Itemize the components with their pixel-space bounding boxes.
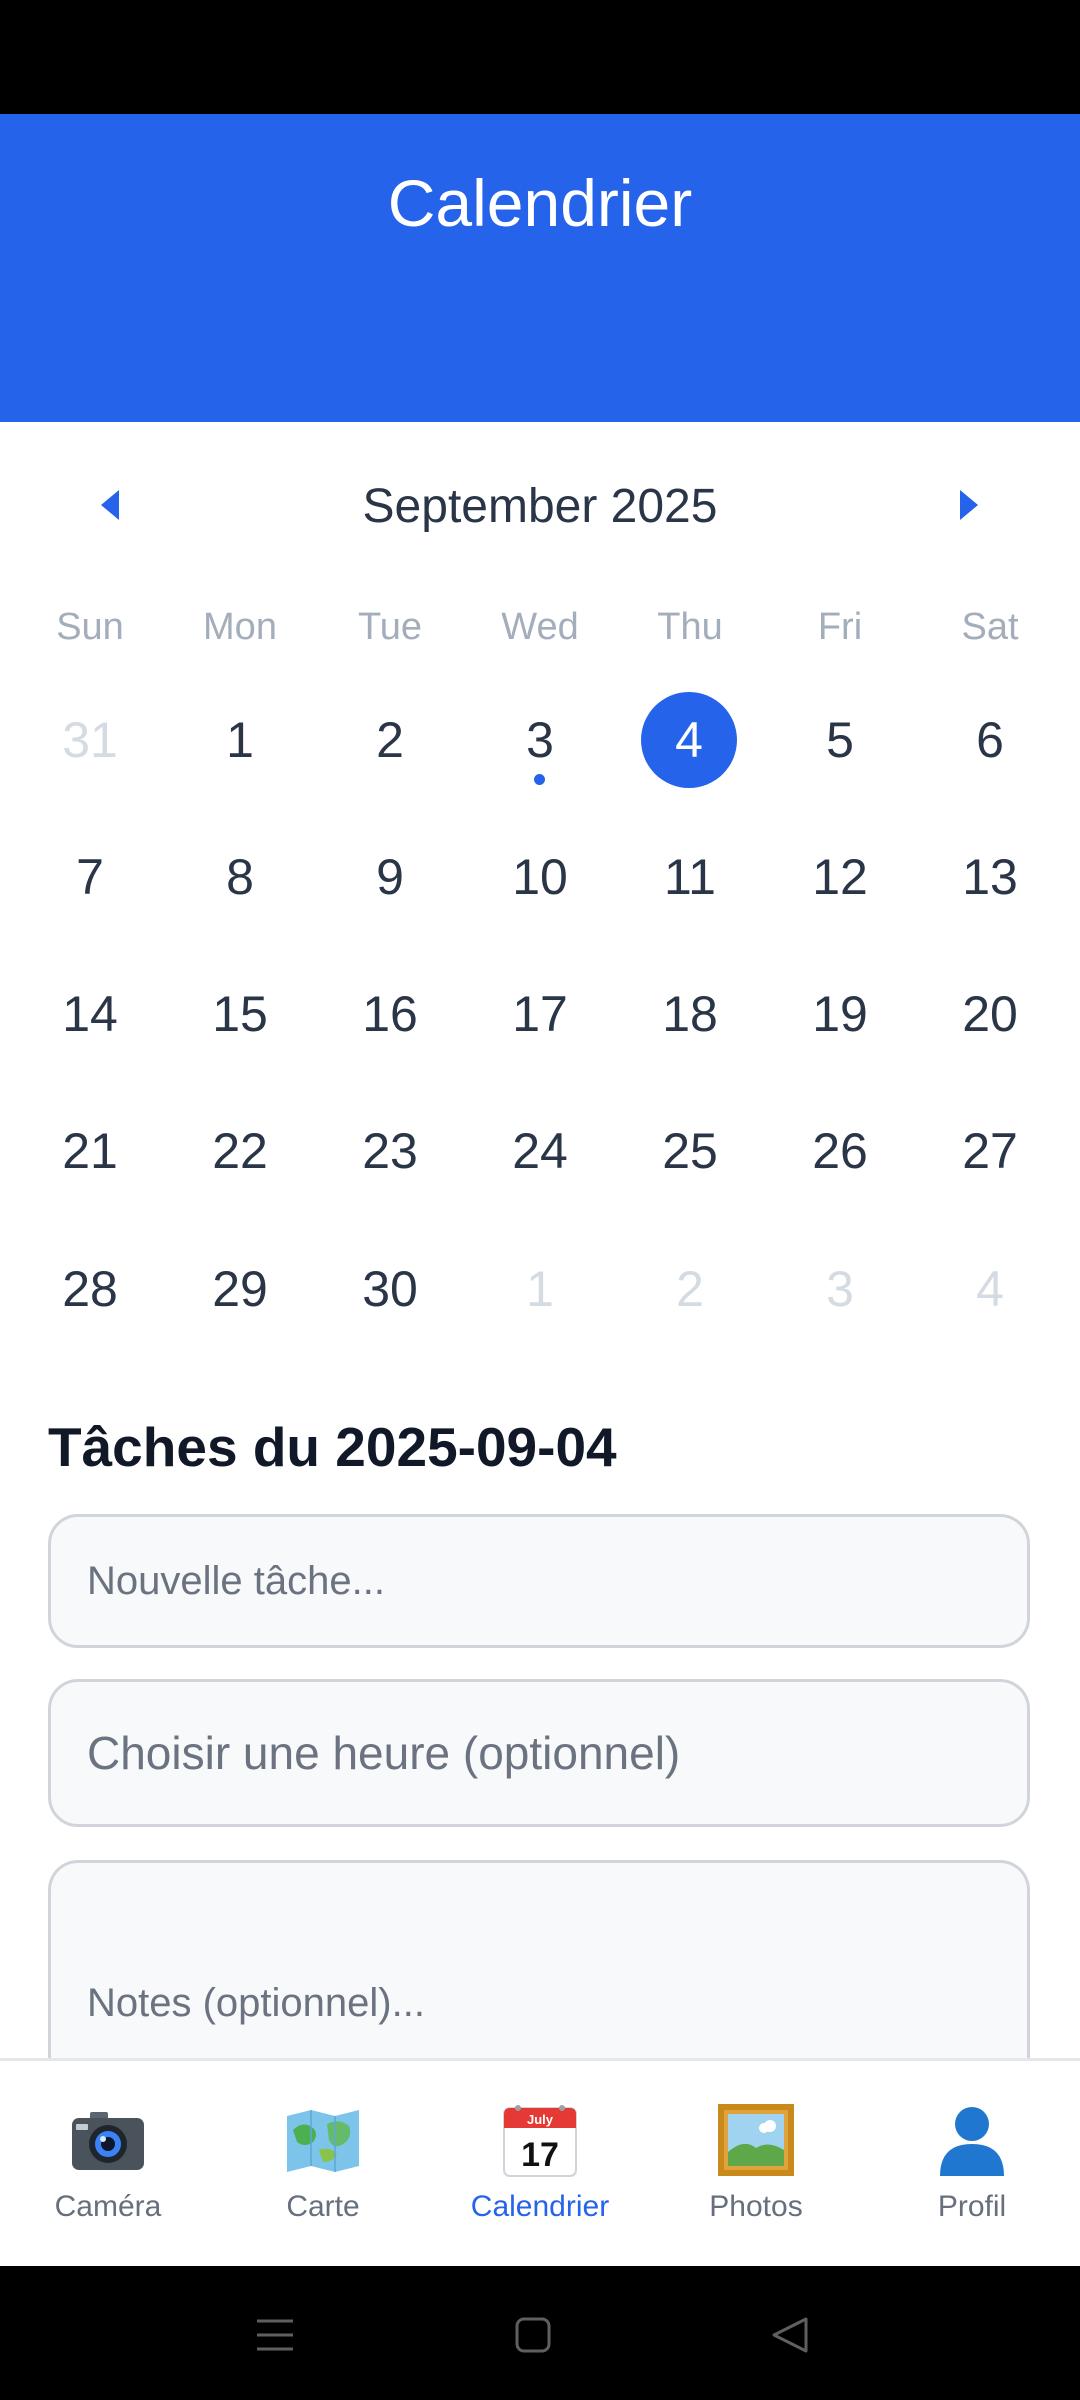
home-button[interactable] xyxy=(503,2300,563,2370)
calendar-day[interactable]: 28 xyxy=(40,1239,140,1339)
event-dot xyxy=(534,774,545,785)
status-bar xyxy=(0,0,1080,114)
person-icon xyxy=(940,2107,1004,2176)
calendar-day[interactable]: 16 xyxy=(340,964,440,1064)
calendar-day-outside-month[interactable]: 2 xyxy=(640,1239,740,1339)
menu-icon xyxy=(257,2319,293,2351)
weekday-fri: Fri xyxy=(817,606,863,648)
previous-month-button[interactable] xyxy=(81,482,141,528)
calendar-day[interactable]: 15 xyxy=(190,964,290,1064)
calendar-day[interactable]: 7 xyxy=(40,827,140,927)
calendar-day-outside-month[interactable]: 4 xyxy=(940,1239,1040,1339)
task-title-placeholder: Nouvelle tâche... xyxy=(87,1558,385,1603)
calendar-day[interactable]: 21 xyxy=(40,1101,140,1201)
calendar-day[interactable]: 18 xyxy=(640,964,740,1064)
calendar-day[interactable]: 29 xyxy=(190,1239,290,1339)
triangle-back-icon xyxy=(772,2317,808,2353)
app-header xyxy=(0,114,1080,422)
calendar-day[interactable]: 27 xyxy=(940,1101,1040,1201)
task-title-input[interactable]: Nouvelle tâche... xyxy=(48,1514,1030,1648)
month-label: September 2025 xyxy=(362,480,718,533)
weekday-tue: Tue xyxy=(357,606,423,648)
calendar-icon-month: July xyxy=(527,2112,554,2127)
calendar-day[interactable]: 13 xyxy=(940,827,1040,927)
task-notes-placeholder: Notes (optionnel)... xyxy=(87,1981,425,2025)
nav-label-camera: Caméra xyxy=(54,2190,162,2223)
calendar-day[interactable]: 22 xyxy=(190,1101,290,1201)
calendar-day[interactable]: 19 xyxy=(790,964,890,1064)
calendar-day[interactable]: 17 xyxy=(490,964,590,1064)
calendar-day[interactable]: 9 xyxy=(340,827,440,927)
calendar-day[interactable]: 23 xyxy=(340,1101,440,1201)
nav-label-map: Carte xyxy=(286,2190,360,2223)
calendar-icon: July 17 xyxy=(503,2105,577,2177)
calendar-day[interactable]: 10 xyxy=(490,827,590,927)
calendar-day[interactable]: 8 xyxy=(190,827,290,927)
calendar-day-selected[interactable]: 4 xyxy=(641,692,737,788)
page-title: Calendrier xyxy=(387,166,693,240)
calendar-day[interactable]: 24 xyxy=(490,1101,590,1201)
caret-right-icon xyxy=(960,490,978,520)
calendar-day[interactable]: 26 xyxy=(790,1101,890,1201)
calendar-day-outside-month[interactable]: 3 xyxy=(790,1239,890,1339)
tasks-heading: Tâches du 2025-09-04 xyxy=(48,1416,617,1478)
calendar-day[interactable]: 12 xyxy=(790,827,890,927)
nav-item-photos[interactable]: Photos xyxy=(656,2100,856,2230)
nav-item-calendar[interactable]: July 17 Calendrier xyxy=(440,2100,640,2230)
calendar-day[interactable]: 6 xyxy=(940,690,1040,790)
nav-item-profile[interactable]: Profil xyxy=(872,2100,1072,2230)
calendar-day[interactable]: 5 xyxy=(790,690,890,790)
calendar-day[interactable]: 30 xyxy=(340,1239,440,1339)
map-icon xyxy=(287,2110,359,2172)
calendar-day-outside-month[interactable]: 31 xyxy=(40,690,140,790)
recent-apps-button[interactable] xyxy=(245,2300,305,2370)
next-month-button[interactable] xyxy=(938,482,998,528)
nav-label-profile: Profil xyxy=(937,2190,1007,2223)
camera-icon xyxy=(72,2112,144,2170)
framed-picture-icon xyxy=(718,2104,794,2176)
calendar-day[interactable]: 20 xyxy=(940,964,1040,1064)
task-time-picker[interactable]: Choisir une heure (optionnel) xyxy=(48,1679,1030,1827)
nav-label-calendar: Calendrier xyxy=(470,2190,610,2223)
calendar-day[interactable]: 11 xyxy=(640,827,740,927)
weekday-wed: Wed xyxy=(501,606,579,648)
back-button[interactable] xyxy=(760,2300,820,2370)
nav-item-map[interactable]: Carte xyxy=(223,2100,423,2230)
nav-item-camera[interactable]: Caméra xyxy=(8,2100,208,2230)
calendar-day[interactable]: 1 xyxy=(190,690,290,790)
calendar-day[interactable]: 2 xyxy=(340,690,440,790)
task-time-placeholder: Choisir une heure (optionnel) xyxy=(87,1727,681,1779)
calendar-day[interactable]: 25 xyxy=(640,1101,740,1201)
calendar-day[interactable]: 14 xyxy=(40,964,140,1064)
calendar-icon-day: 17 xyxy=(521,2136,559,2174)
weekday-thu: Thu xyxy=(657,606,723,648)
weekday-mon: Mon xyxy=(203,606,277,648)
nav-label-photos: Photos xyxy=(709,2190,803,2223)
weekday-sun: Sun xyxy=(56,606,124,648)
caret-left-icon xyxy=(101,490,119,520)
square-icon xyxy=(515,2317,551,2353)
task-notes-input[interactable]: Notes (optionnel)... xyxy=(48,1860,1030,2070)
calendar-day-outside-month[interactable]: 1 xyxy=(490,1239,590,1339)
weekday-sat: Sat xyxy=(961,606,1019,648)
